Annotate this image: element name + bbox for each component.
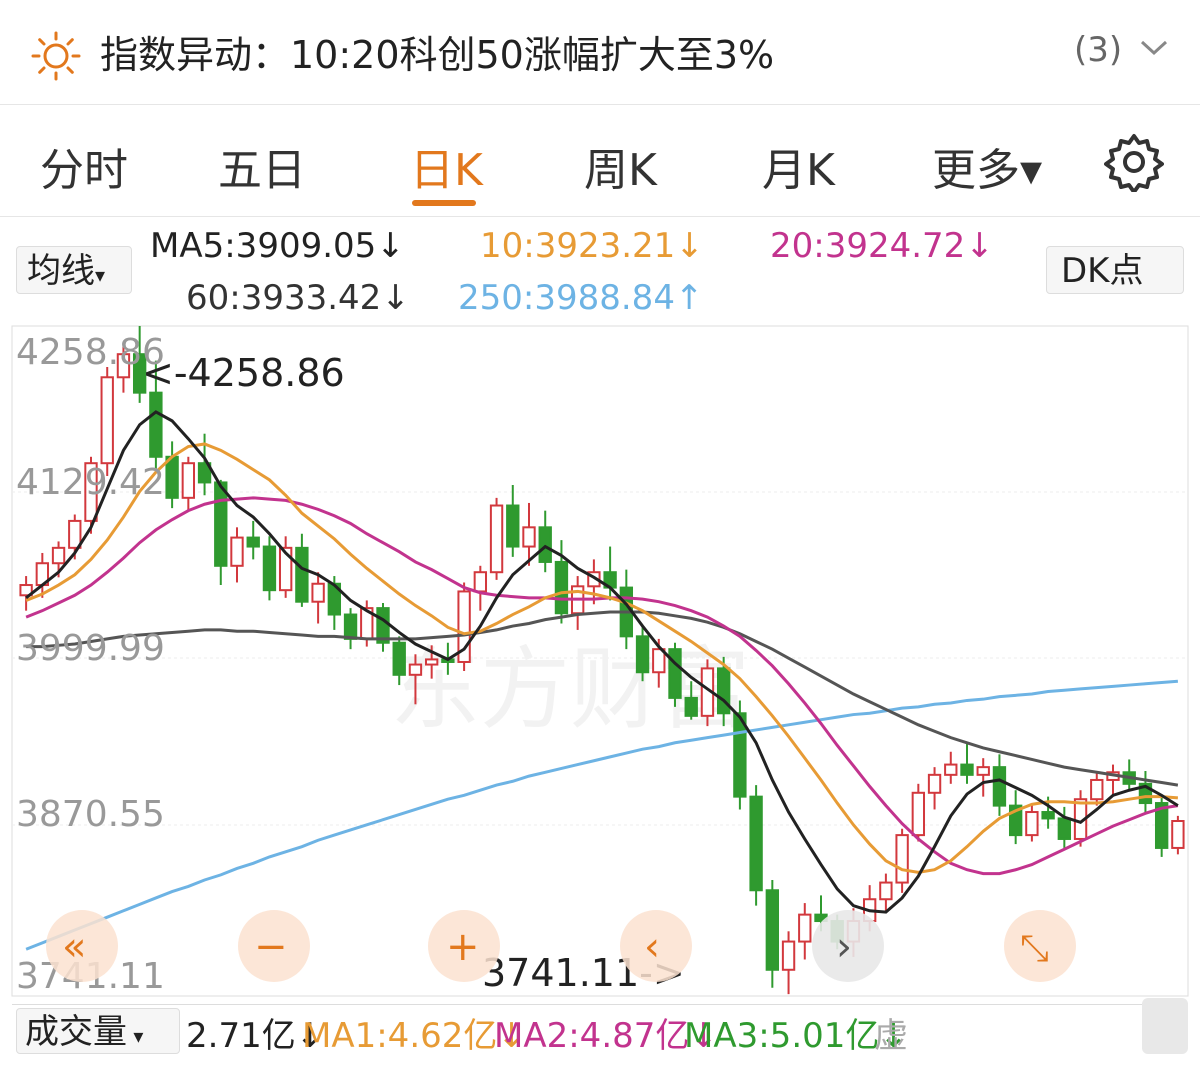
candle xyxy=(911,783,926,842)
candle xyxy=(1106,764,1120,797)
sun-icon xyxy=(31,31,81,81)
candle xyxy=(927,767,942,810)
tab-day-k[interactable]: 日K xyxy=(410,134,483,198)
candle xyxy=(992,754,1007,816)
max-price-label: <-4258.86 xyxy=(142,351,345,395)
candle xyxy=(749,785,763,906)
candle xyxy=(311,572,325,624)
candle xyxy=(960,744,974,784)
ma5-label: MA5:3909.05↓ xyxy=(150,226,405,266)
gear-icon[interactable] xyxy=(1104,132,1164,192)
candle xyxy=(879,873,893,913)
tab-fenshi[interactable]: 分时 xyxy=(40,134,128,198)
candle xyxy=(1025,803,1039,842)
candle xyxy=(765,880,780,988)
candle xyxy=(1008,790,1023,845)
zoom-out-button[interactable]: − xyxy=(238,910,310,982)
tab-more[interactable]: 更多▾ xyxy=(932,134,1042,198)
volume-extra: 虚 xyxy=(874,1016,908,1056)
rewind-button[interactable]: « xyxy=(46,910,118,982)
candle xyxy=(343,608,358,650)
candle xyxy=(473,565,488,611)
fullscreen-button[interactable]: ⤡ xyxy=(1004,910,1076,982)
candle xyxy=(376,602,390,652)
minus-icon: − xyxy=(254,924,288,970)
candle xyxy=(895,828,909,893)
candle xyxy=(489,497,504,580)
rewind-icon: « xyxy=(62,924,86,970)
pan-left-button[interactable]: ‹ xyxy=(620,910,692,982)
zoom-in-button[interactable]: + xyxy=(428,910,500,982)
candle xyxy=(635,626,650,682)
volume-select[interactable]: 成交量 ▾ xyxy=(16,1008,180,1054)
ma60-label: 60:3933.42↓ xyxy=(186,278,410,318)
tab-week-k[interactable]: 周K xyxy=(584,134,657,198)
indicator-select[interactable]: 均线▾ xyxy=(16,246,132,294)
y-tick-label: 3999.99 xyxy=(16,628,165,669)
y-tick-label: 3870.55 xyxy=(16,794,165,835)
candle xyxy=(230,527,244,583)
kline-chart[interactable]: 东方财富 4258.86 4129.42 3999.99 3870.55 374… xyxy=(0,320,1200,1000)
candle xyxy=(165,441,179,509)
candle xyxy=(246,520,260,560)
pan-right-button[interactable]: › xyxy=(812,910,884,982)
scroll-handle[interactable] xyxy=(1142,998,1188,1054)
ma250-label: 250:3988.84↑ xyxy=(458,278,704,318)
dk-point-button[interactable]: DK点 xyxy=(1046,246,1184,294)
candle xyxy=(1138,770,1153,814)
dk-point-label: DK点 xyxy=(1061,251,1144,291)
y-axis-labels: 4258.86 4129.42 3999.99 3870.55 3741.11 xyxy=(16,332,165,997)
candle xyxy=(506,484,520,557)
candle xyxy=(262,536,277,601)
candle xyxy=(538,510,552,573)
chevron-right-icon: › xyxy=(836,924,852,970)
news-count: (3) xyxy=(1074,30,1123,70)
candle xyxy=(798,903,812,960)
candle xyxy=(100,367,114,477)
active-tab-indicator xyxy=(412,200,476,206)
watermark: 东方财富 xyxy=(390,637,750,742)
candle xyxy=(1154,795,1169,857)
candle xyxy=(570,576,585,630)
news-ticker[interactable]: 指数异动：10:20科创50涨幅扩大至3% (3) xyxy=(0,0,1200,105)
candle xyxy=(457,582,471,671)
ma20-label: 20:3924.72↓ xyxy=(770,226,994,266)
chevron-down-icon[interactable] xyxy=(1138,38,1170,58)
indicator-select-label: 均线 xyxy=(27,251,95,291)
expand-icon: ⤡ xyxy=(1020,928,1049,969)
ma10-label: 10:3923.21↓ xyxy=(480,226,704,266)
candle xyxy=(1090,770,1104,806)
volume-ma1: MA1:4.62亿↓ xyxy=(302,1016,526,1056)
candle xyxy=(181,456,196,511)
volume-select-label: 成交量 xyxy=(25,1012,127,1052)
candle xyxy=(278,536,293,598)
news-headline[interactable]: 指数异动：10:20科创50涨幅扩大至3% xyxy=(100,24,774,79)
candle xyxy=(1171,815,1185,855)
candle xyxy=(944,751,958,784)
chevron-left-icon: ‹ xyxy=(644,924,660,970)
period-tabs: 分时 五日 日K 周K 月K 更多▾ xyxy=(0,104,1200,217)
candle xyxy=(1122,759,1136,791)
candle xyxy=(976,758,990,797)
tab-five-day[interactable]: 五日 xyxy=(218,134,306,198)
plus-icon: + xyxy=(446,924,480,970)
candle xyxy=(781,931,796,995)
candle xyxy=(668,642,682,707)
tab-month-k[interactable]: 月K xyxy=(762,134,835,198)
y-tick-label: 4129.42 xyxy=(16,462,165,503)
candle xyxy=(214,479,228,586)
